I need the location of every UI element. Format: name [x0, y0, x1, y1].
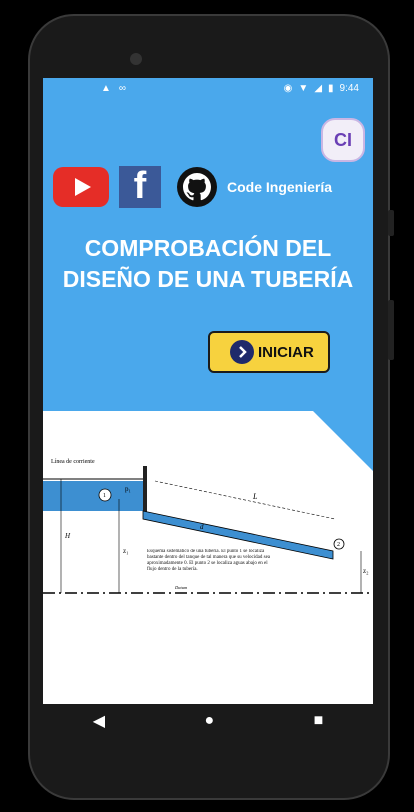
signal-icon: ◢	[314, 83, 323, 94]
pipe-diagram: Línea de corriente L H z₁ z₂ p₁ 1 2 d Es…	[43, 411, 373, 704]
diameter-label: d	[200, 523, 204, 531]
title-line-1: COMPROBACIÓN DEL	[84, 235, 332, 261]
notification-icon: ▲	[101, 83, 111, 94]
streamline-label: Línea de corriente	[51, 459, 95, 465]
github-icon[interactable]	[177, 167, 217, 207]
page-title: COMPROBACIÓN DEL DISEÑO DE UNA TUBERÍA	[43, 233, 373, 295]
ci-logo-badge[interactable]: CI	[321, 118, 365, 162]
datum-label: Datum	[174, 585, 188, 590]
recent-apps-icon[interactable]: ■	[314, 712, 324, 730]
battery-icon: ▮	[328, 83, 334, 94]
nav-bar: ◀ ● ■	[43, 704, 373, 738]
start-button-label: INICIAR	[258, 343, 314, 361]
clock: 9:44	[339, 83, 359, 94]
point-1-label: 1	[103, 493, 106, 499]
wifi-icon: ▼	[298, 83, 309, 94]
power-button	[388, 300, 394, 360]
voicemail-icon: ∞	[118, 83, 127, 94]
start-button[interactable]: INICIAR	[208, 331, 330, 373]
youtube-icon[interactable]	[53, 167, 109, 207]
status-bar: ▲ ∞ ◉ ▼ ◢ ▮ 9:44	[43, 78, 373, 100]
z1-label: z₁	[123, 547, 129, 555]
height-label: H	[64, 532, 71, 540]
point-2-label: 2	[337, 542, 340, 548]
volume-button	[388, 210, 394, 236]
back-icon[interactable]: ◀	[93, 711, 105, 731]
location-icon: ◉	[283, 83, 293, 94]
length-label: L	[252, 492, 258, 501]
diagram-caption: Esquema sistemático de una tubería. El p…	[147, 549, 271, 572]
app-screen: ▲ ∞ ◉ ▼ ◢ ▮ 9:44 CI f Code Ingeniería CO…	[43, 78, 373, 704]
home-icon[interactable]: ●	[204, 712, 214, 730]
brand-name: Code Ingeniería	[227, 179, 333, 195]
title-line-2: DISEÑO DE UNA TUBERÍA	[62, 266, 354, 292]
facebook-icon[interactable]: f	[119, 165, 161, 208]
chevron-right-icon	[230, 340, 254, 364]
z2-label: z₂	[363, 567, 369, 575]
front-camera	[130, 53, 142, 65]
social-links: f Code Ingeniería	[53, 165, 333, 208]
p1-label: p₁	[125, 485, 131, 493]
